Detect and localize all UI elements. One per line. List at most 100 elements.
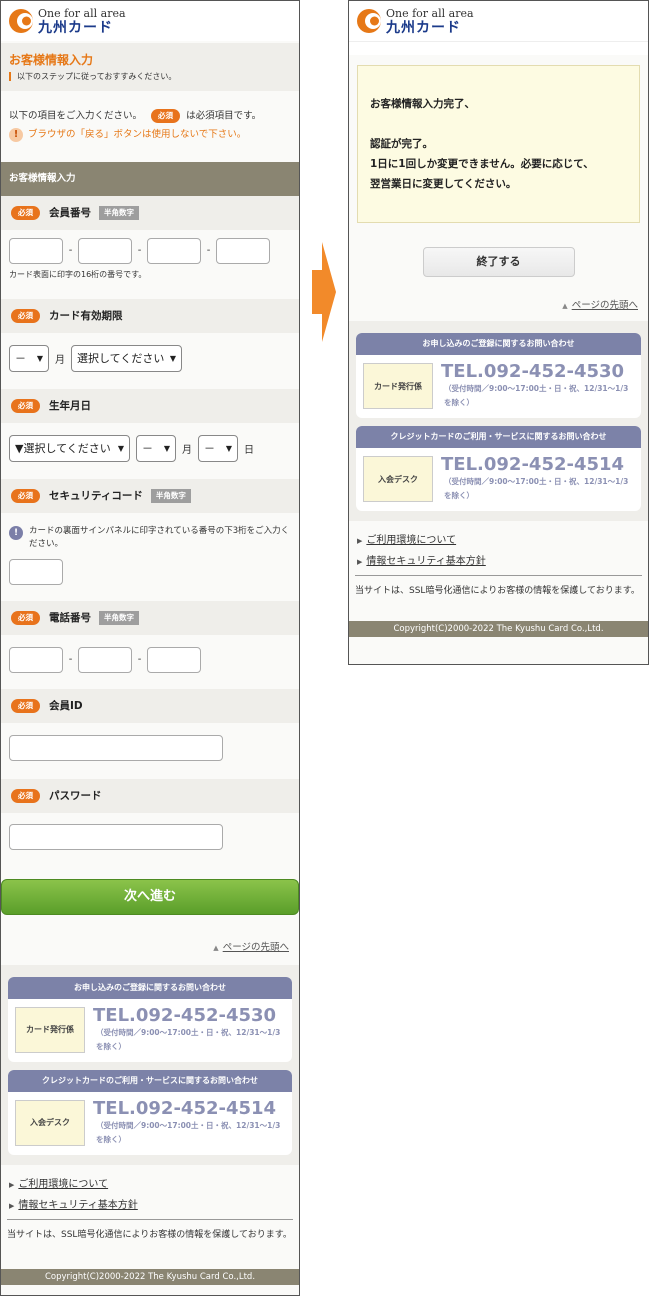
next-button[interactable]: 次へ進む (1, 878, 299, 915)
contact-phone[interactable]: TEL.092-452-4514 (93, 1098, 285, 1119)
contact-box: お申し込みのご登録に関するお問い合わせ カード発行係 TEL.092-452-4… (356, 333, 641, 418)
birth-year-select[interactable]: ▼選択してください ▼ (9, 434, 130, 462)
contact-phone[interactable]: TEL.092-452-4530 (441, 362, 634, 382)
complete-screen: One for all area 九州カード お客様情報入力完了、 認証が完了。… (348, 0, 649, 665)
expiry-header: 必須 カード有効期限 (1, 298, 299, 333)
day-unit: 日 (244, 444, 254, 456)
contact-title: お申し込みのご登録に関するお問い合わせ (8, 976, 292, 999)
back-to-top-link[interactable]: ▲ ページの先頭へ (1, 939, 299, 965)
password-label: パスワード (49, 790, 102, 802)
exclamation-icon: ! (9, 127, 23, 142)
security-header: 必須 セキュリティコード 半角数字 (1, 478, 299, 513)
required-badge: 必須 (11, 610, 40, 625)
expiry-year-select[interactable]: 選択してください ▼ (71, 344, 182, 372)
ssl-notice: 当サイトは、SSL暗号化通信によりお客様の情報を保護しております。 (355, 575, 642, 621)
contact-hours: （受付時間／9:00〜17:00土・日・祝、12/31〜1/3を除く） (96, 1027, 281, 1051)
card-number-field-4[interactable] (216, 237, 270, 264)
password-header: 必須 パスワード (1, 778, 299, 813)
usage-env-link[interactable]: ▶ ご利用環境について (9, 1175, 291, 1190)
birth-month-select[interactable]: － ▼ (136, 434, 176, 462)
required-badge: 必須 (11, 398, 40, 413)
contact-phone[interactable]: TEL.092-452-4530 (93, 1005, 285, 1026)
chevron-down-icon: ▼ (163, 443, 170, 453)
phone-header: 必須 電話番号 半角数字 (1, 600, 299, 635)
contact-box: クレジットカードのご利用・サービスに関するお問い合わせ 入会デスク TEL.09… (356, 426, 641, 511)
contact-hours: （受付時間／9:00〜17:00土・日・祝、12/31〜1/3を除く） (444, 477, 629, 500)
card-number-note: カード表面に印字の16桁の番号です。 (9, 269, 147, 279)
security-code-input[interactable] (9, 558, 63, 585)
card-number-field-1[interactable] (9, 237, 63, 264)
required-badge: 必須 (11, 488, 40, 503)
triangle-right-icon: ▶ (357, 537, 363, 545)
phone-field-1[interactable] (9, 646, 63, 673)
contact-hours: （受付時間／9:00〜17:00土・日・祝、12/31〜1/3を除く） (444, 384, 629, 407)
expiry-month-select[interactable]: － ▼ (9, 344, 49, 372)
brand-name: 九州カード (386, 19, 461, 36)
usage-env-link[interactable]: ▶ ご利用環境について (357, 531, 640, 546)
form-screen: One for all area 九州カード お客様情報入力 以下のステップに従… (0, 0, 300, 1296)
month-unit: 月 (182, 444, 192, 456)
right-arrow-icon (312, 242, 336, 342)
contact-desk: カード発行係 (15, 1006, 85, 1053)
section-title: お客様情報入力 (1, 161, 299, 196)
halfwidth-badge: 半角数字 (150, 488, 191, 503)
page-title: お客様情報入力 (9, 53, 94, 67)
security-policy-link[interactable]: ▶ 情報セキュリティ基本方針 (9, 1196, 291, 1211)
contact-desk: 入会デスク (363, 456, 433, 502)
ssl-notice: 当サイトは、SSL暗号化通信によりお客様の情報を保護しております。 (7, 1218, 293, 1269)
page-header: お客様情報入力 以下のステップに従っておすすみください。 (1, 43, 299, 91)
copyright: Copyright(C)2000-2022 The Kyushu Card Co… (349, 621, 648, 637)
phone-field-3[interactable] (147, 646, 201, 673)
triangle-right-icon: ▶ (9, 1201, 15, 1210)
intro: 以下の項目をご入力ください。 必須 は必須項目です。 ! ブラウザの「戻る」ボタ… (1, 91, 299, 142)
required-badge: 必須 (151, 109, 181, 123)
back-to-top-link[interactable]: ▲ ページの先頭へ (349, 297, 648, 321)
contact-box: クレジットカードのご利用・サービスに関するお問い合わせ 入会デスク TEL.09… (8, 1069, 292, 1155)
back-button-warning: ブラウザの「戻る」ボタンは使用しないで下さい。 (28, 128, 247, 140)
phone-field-2[interactable] (78, 646, 132, 673)
brand-logo[interactable]: One for all area 九州カード (1, 1, 299, 41)
birthday-header: 必須 生年月日 (1, 388, 299, 423)
contact-section: お申し込みのご登録に関するお問い合わせ カード発行係 TEL.092-452-4… (349, 321, 648, 521)
completion-line: お客様情報入力完了、 (370, 98, 475, 110)
intro-text-after: は必須項目です。 (186, 110, 262, 122)
page-subtitle: 以下のステップに従っておすすみください。 (9, 72, 291, 81)
chevron-down-icon: ▼ (225, 443, 232, 453)
month-unit: 月 (55, 354, 65, 366)
member-id-input[interactable] (9, 734, 223, 761)
triangle-right-icon: ▶ (9, 1180, 15, 1189)
contact-title: クレジットカードのご利用・サービスに関するお問い合わせ (356, 426, 641, 448)
brand-logo[interactable]: One for all area 九州カード (349, 1, 648, 41)
chevron-down-icon: ▼ (117, 443, 124, 453)
card-number-field-3[interactable] (147, 237, 201, 264)
contact-hours: （受付時間／9:00〜17:00土・日・祝、12/31〜1/3を除く） (96, 1120, 281, 1144)
contact-box: お申し込みのご登録に関するお問い合わせ カード発行係 TEL.092-452-4… (8, 976, 292, 1062)
contact-phone[interactable]: TEL.092-452-4514 (441, 455, 634, 475)
info-icon: ! (9, 525, 23, 540)
security-policy-link[interactable]: ▶ 情報セキュリティ基本方針 (357, 552, 640, 567)
card-number-label: 会員番号 (49, 207, 91, 219)
completion-line: 翌営業日に変更してください。 (370, 178, 517, 190)
halfwidth-badge: 半角数字 (99, 205, 139, 220)
completion-message: お客様情報入力完了、 認証が完了。 1日に1回しか変更できません。必要に応じて、… (357, 65, 640, 223)
card-number-field-2[interactable] (78, 237, 132, 264)
required-badge: 必須 (11, 308, 40, 323)
triangle-right-icon: ▶ (357, 558, 363, 566)
security-label: セキュリティコード (49, 490, 143, 502)
copyright: Copyright(C)2000-2022 The Kyushu Card Co… (1, 1268, 299, 1285)
halfwidth-badge: 半角数字 (99, 610, 139, 625)
completion-line: 1日に1回しか変更できません。必要に応じて、 (370, 158, 594, 170)
contact-desk: カード発行係 (363, 363, 433, 409)
contact-title: お申し込みのご登録に関するお問い合わせ (356, 333, 641, 355)
end-button[interactable]: 終了する (422, 247, 575, 277)
triangle-up-icon: ▲ (562, 302, 568, 310)
birthday-label: 生年月日 (49, 400, 91, 412)
brand-tagline: One for all area (38, 6, 126, 20)
required-badge: 必須 (11, 788, 40, 803)
password-input[interactable] (9, 823, 223, 850)
required-badge: 必須 (11, 698, 40, 713)
chevron-down-icon: ▼ (169, 353, 176, 363)
triangle-up-icon: ▲ (213, 943, 219, 952)
brand-name: 九州カード (38, 19, 113, 36)
birth-day-select[interactable]: － ▼ (198, 434, 238, 462)
